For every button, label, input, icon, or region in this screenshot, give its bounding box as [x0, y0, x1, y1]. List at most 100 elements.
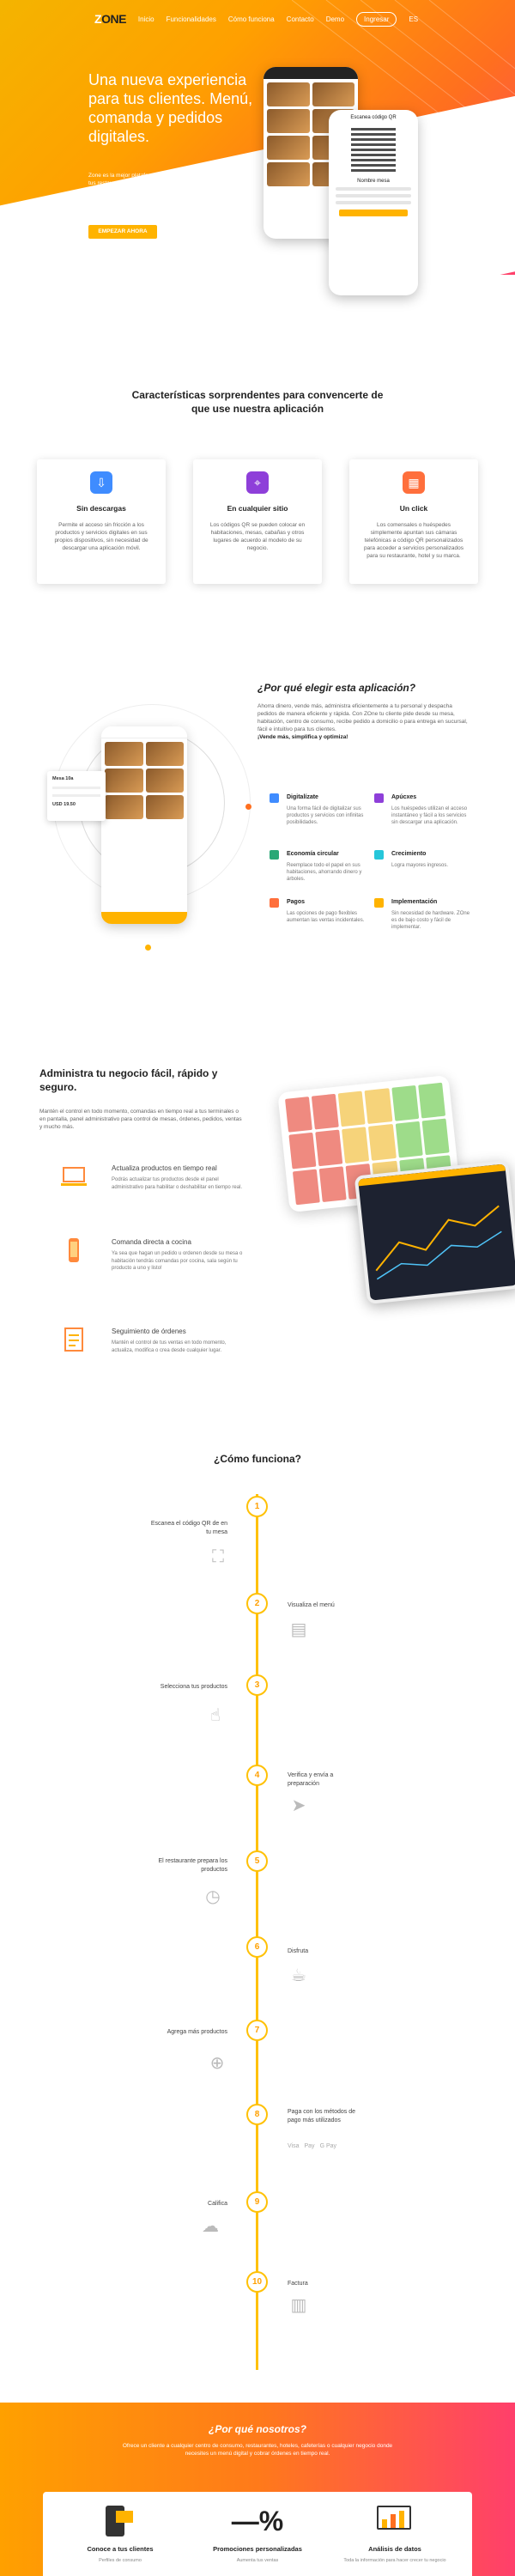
why-feature-title: Pagos — [287, 899, 306, 905]
step-number-9: 9 — [246, 2191, 268, 2213]
clock-icon: ◷ — [205, 1887, 221, 1906]
checklist-icon — [64, 1327, 83, 1352]
manage-item-title: Comanda directa a cocina — [112, 1238, 191, 1246]
product-image — [267, 109, 310, 133]
why-us-item-text: Aumenta tus ventas — [236, 2558, 279, 2563]
rating-icon: ☁ — [202, 2217, 219, 2236]
enjoy-icon: ☕ — [291, 1966, 306, 1985]
step-text-3: Selecciona tus productos — [160, 1684, 227, 1690]
product-image — [312, 82, 354, 106]
why-us-description: Ofrece un cliente a cualquier centro de … — [122, 2443, 393, 2457]
step-number-7: 7 — [246, 2020, 268, 2041]
why-text: Ahorra dinero, vende más, administra efi… — [258, 703, 468, 732]
step-number-5: 5 — [246, 1850, 268, 1872]
why-feature-title: Implementación — [391, 899, 438, 905]
nav-link-home[interactable]: Inicio — [138, 15, 154, 23]
order-line — [52, 794, 100, 797]
feature-card-anywhere: ⌖ En cualquier sitio Los códigos QR se p… — [193, 459, 322, 584]
feature-card-text: Los comensales o huéspedes simplemente a… — [364, 522, 464, 559]
google-pay-icon: G Pay — [319, 2143, 337, 2149]
why-feature-title: Crecimiento — [391, 851, 427, 857]
step-number-3: 3 — [246, 1674, 268, 1696]
step-text-2: Visualiza el menú — [288, 1602, 335, 1608]
payment-methods: Visa Pay G Pay — [288, 2143, 336, 2149]
why-us-item-promotions: —% Promociones personalizadas Aumenta tu… — [189, 2502, 326, 2563]
step-text-6: Disfruta — [288, 1948, 309, 1954]
manage-item-title: Actualiza productos en tiempo real — [112, 1164, 217, 1172]
top-nav: ZONE Inicio Funcionalidades Cómo funcion… — [94, 9, 438, 29]
start-now-button[interactable]: EMPEZAR AHORA — [88, 225, 157, 239]
feature-card-title: Un click — [399, 504, 428, 513]
order-table-label: Mesa 10a — [52, 776, 74, 781]
phone-qr-label: Nombre mesa — [357, 179, 390, 184]
step-number-4: 4 — [246, 1765, 268, 1786]
order-card: Mesa 10a USD 19.50 — [47, 771, 106, 821]
phone-line — [336, 201, 411, 204]
tap-icon: ☝ — [209, 1706, 221, 1725]
phone-bottom-bar — [101, 912, 187, 924]
hero-title: Una nueva experiencia para tus clientes.… — [88, 71, 253, 145]
product-image — [105, 742, 143, 766]
manage-title: Administra tu negocio fácil, rápido y se… — [39, 1067, 218, 1093]
features-title: Características sorprendentes para conve… — [131, 389, 384, 415]
why-feature-title: Apúcxes — [391, 794, 417, 800]
step-text-1: Escanea el código QR de en tu mesa — [150, 1521, 227, 1535]
step-number-6: 6 — [246, 1936, 268, 1958]
step-number-1: 1 — [246, 1496, 268, 1517]
product-image — [105, 795, 143, 819]
nav-link-features[interactable]: Funcionalidades — [167, 15, 216, 23]
manage-item-text: Mantén el control de tus ventas en todo … — [112, 1340, 227, 1353]
why-feature-text: Las opciones de pago flexibles aumentan … — [287, 911, 365, 923]
logo[interactable]: ZONE — [94, 12, 126, 26]
why-feature-title: Digitalízate — [287, 794, 318, 800]
payment-icon — [270, 898, 279, 908]
product-image — [267, 136, 310, 160]
why-text-bold: ¡Vende más, simplifica y optimiza! — [258, 734, 348, 740]
hero-description: Zone es la mejor plataforma de software … — [88, 173, 226, 202]
phone-action-button — [339, 210, 408, 216]
why-feature-text: Reemplace todo el papel en sus habitacio… — [287, 863, 362, 882]
why-us-item-text: Toda la información para hacer crecer tu… — [343, 2558, 446, 2563]
why-feature-text: Logra mayores ingresos. — [391, 863, 449, 868]
language-selector[interactable]: ES — [409, 15, 418, 23]
phone-status-bar — [101, 726, 187, 738]
manage-description: Mantén el control en todo momento, coman… — [39, 1109, 242, 1130]
location-icon: ⌖ — [246, 471, 269, 494]
decorative-dot — [145, 945, 151, 951]
step-text-8: Paga con los métodos de pago más utiliza… — [288, 2109, 355, 2123]
phone-status-bar — [264, 67, 358, 79]
how-it-works-title: ¿Cómo funciona? — [214, 1453, 301, 1465]
analytics-icon — [365, 2502, 425, 2540]
feature-card-text: Los códigos QR se pueden colocar en habi… — [209, 522, 306, 551]
laptop-icon — [61, 1167, 87, 1186]
qr-code-image — [351, 127, 396, 172]
why-phone-mockup — [101, 726, 187, 924]
why-feature-title: Economía circular — [287, 851, 339, 857]
clients-icon — [90, 2502, 150, 2540]
product-image — [267, 162, 310, 186]
step-text-10: Factura — [288, 2281, 308, 2287]
nav-link-demo[interactable]: Demo — [326, 15, 344, 23]
step-number-8: 8 — [246, 2104, 268, 2125]
access-icon — [374, 793, 384, 803]
phone-product-grid — [101, 738, 187, 823]
step-text-9: Califica — [208, 2201, 227, 2207]
product-image — [267, 82, 310, 106]
scan-icon: ⛶ — [212, 1547, 224, 1566]
phone-qr-title: Escanea código QR — [350, 115, 397, 120]
login-button[interactable]: Ingresar — [356, 11, 397, 27]
apple-pay-icon: Pay — [304, 2143, 315, 2149]
dashboard-mockup — [354, 1160, 515, 1304]
timeline-line — [256, 1494, 258, 2370]
nav-link-how[interactable]: Cómo funciona — [228, 15, 275, 23]
decorative-dot — [245, 804, 251, 810]
percent-icon: —% — [231, 2506, 284, 2537]
digital-icon — [270, 793, 279, 803]
growth-icon — [374, 850, 384, 860]
manage-item-title: Seguimiento de órdenes — [112, 1327, 186, 1335]
step-text-7: Agrega más productos — [167, 2029, 227, 2035]
nav-link-contact[interactable]: Contacto — [287, 15, 314, 23]
why-us-item-clients: Conoce a tus clientes Perfiles de consum… — [52, 2502, 189, 2563]
why-title: ¿Por qué elegir esta aplicación? — [258, 682, 416, 694]
implementation-icon — [374, 898, 384, 908]
